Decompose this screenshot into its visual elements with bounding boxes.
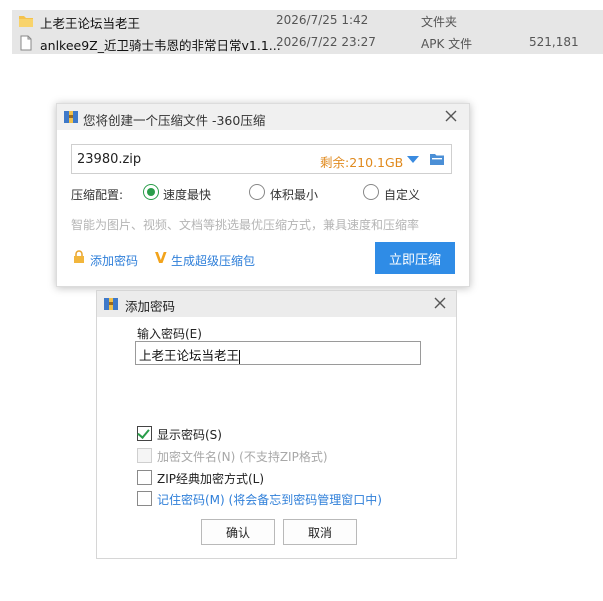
config-label: 压缩配置: — [71, 188, 124, 202]
remaining-space: 剩余:210.1GB — [320, 155, 404, 170]
chevron-down-icon[interactable] — [407, 156, 419, 163]
zip-classic-label[interactable]: ZIP经典加密方式(L) — [157, 470, 264, 487]
360zip-logo-icon — [64, 111, 78, 123]
lock-icon — [74, 250, 84, 263]
encrypt-filename-label: 加密文件名(N) (不支持ZIP格式) — [157, 450, 328, 464]
password-input-label: 输入密码(E) — [137, 327, 202, 341]
close-icon[interactable] — [432, 295, 448, 311]
compress-dialog: 您将创建一个压缩文件 -360压缩 23980.zip 剩余:210.1GB 压… — [56, 103, 470, 287]
add-password-link[interactable]: 添加密码 — [90, 252, 138, 269]
file-date: 2026/7/25 1:42 — [276, 13, 369, 27]
radio-custom[interactable] — [363, 184, 379, 200]
zip-classic-checkbox[interactable] — [137, 470, 152, 485]
file-icon — [20, 35, 32, 51]
file-name: 上老王论坛当老王 — [40, 16, 141, 31]
password-titlebar[interactable]: 添加密码 — [97, 291, 456, 317]
cancel-button[interactable]: 取消 — [283, 519, 357, 545]
remember-password-label[interactable]: 记住密码(M) (将会备忘到密码管理窗口中) — [157, 491, 382, 508]
file-name: anlkee9Z_近卫骑士韦恩的非常日常v1.1... — [40, 38, 281, 53]
super-package-link[interactable]: 生成超级压缩包 — [171, 252, 255, 269]
compress-titlebar[interactable]: 您将创建一个压缩文件 -360压缩 — [57, 104, 469, 130]
close-icon[interactable] — [443, 108, 459, 124]
ok-button[interactable]: 确认 — [201, 519, 275, 545]
file-row-folder[interactable]: 上老王论坛当老王 2026/7/25 1:42 文件夹 — [12, 10, 603, 32]
browse-folder-icon[interactable] — [429, 152, 445, 166]
compress-hint: 智能为图片、视频、文档等挑选最优压缩方式，兼具速度和压缩率 — [71, 218, 420, 232]
radio-fastest-label[interactable]: 速度最快 — [163, 186, 211, 203]
password-input-value: 上老王论坛当老王 — [139, 348, 240, 363]
zip-name-value: 23980.zip — [77, 152, 142, 167]
file-row-apk[interactable]: anlkee9Z_近卫骑士韦恩的非常日常v1.1... 2026/7/22 23… — [12, 32, 603, 54]
radio-smallest[interactable] — [249, 184, 265, 200]
folder-icon — [19, 16, 33, 27]
add-password-dialog: 添加密码 输入密码(E) 上老王论坛当老王 显示密码(S) 加密文件名(N) (… — [96, 290, 457, 559]
360zip-logo-icon — [104, 298, 118, 310]
show-password-label[interactable]: 显示密码(S) — [157, 426, 222, 443]
password-input[interactable]: 上老王论坛当老王 — [135, 341, 421, 365]
file-type: APK 文件 — [421, 37, 473, 51]
encrypt-filename-checkbox — [137, 448, 152, 463]
password-title: 添加密码 — [125, 299, 176, 314]
checkmark-icon — [137, 426, 150, 439]
file-size: 521,181 — [529, 35, 579, 49]
compress-title: 您将创建一个压缩文件 -360压缩 — [83, 113, 266, 128]
radio-smallest-label[interactable]: 体积最小 — [270, 186, 318, 203]
radio-fastest[interactable] — [143, 184, 159, 200]
file-type: 文件夹 — [421, 15, 458, 29]
remember-password-checkbox[interactable] — [137, 491, 152, 506]
file-date: 2026/7/22 23:27 — [276, 35, 376, 49]
zip-name-field[interactable]: 23980.zip 剩余:210.1GB — [71, 144, 452, 174]
text-caret — [239, 349, 241, 364]
show-password-checkbox[interactable] — [137, 426, 152, 441]
compress-now-button[interactable]: 立即压缩 — [375, 242, 455, 274]
super-v-icon: V — [155, 249, 167, 267]
radio-custom-label[interactable]: 自定义 — [384, 186, 420, 203]
